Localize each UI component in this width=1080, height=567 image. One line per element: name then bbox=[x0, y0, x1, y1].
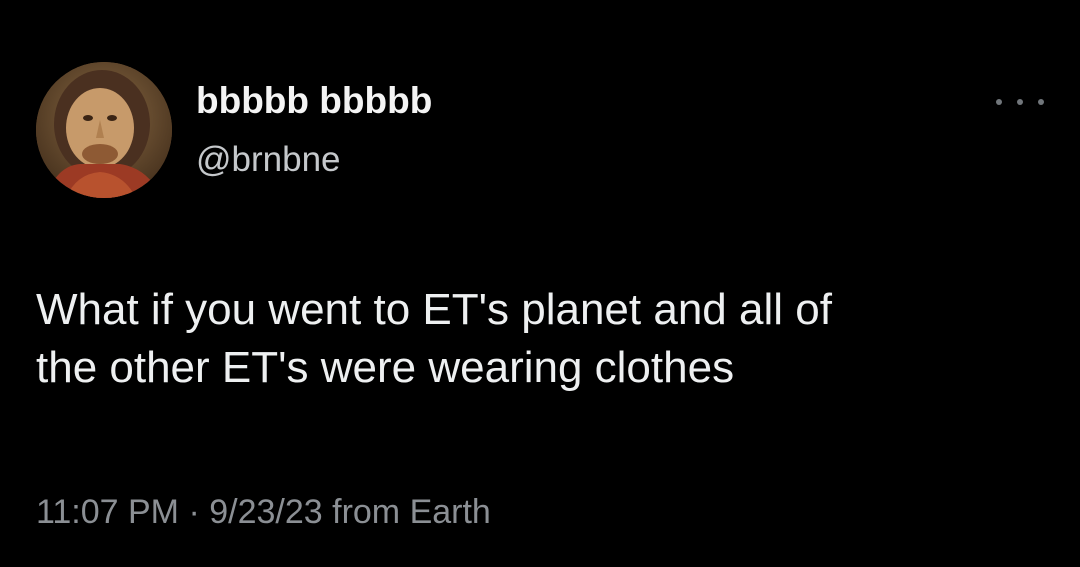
more-dot-icon bbox=[1038, 99, 1044, 105]
tweet: bbbbb bbbbb @brnbne What if you went to … bbox=[0, 0, 1080, 567]
more-options-button[interactable] bbox=[996, 88, 1044, 116]
avatar-portrait-icon bbox=[36, 62, 172, 198]
more-dot-icon bbox=[1017, 99, 1023, 105]
more-dot-icon bbox=[996, 99, 1002, 105]
tweet-text: What if you went to ET's planet and all … bbox=[36, 285, 832, 392]
tweet-date[interactable]: 9/23/23 bbox=[209, 493, 322, 531]
meta-separator: · bbox=[179, 493, 210, 531]
tweet-time[interactable]: 11:07 PM bbox=[36, 493, 179, 531]
avatar[interactable] bbox=[36, 62, 172, 198]
user-handle[interactable]: @brnbne bbox=[196, 140, 341, 180]
display-name[interactable]: bbbbb bbbbb bbox=[196, 80, 432, 122]
tweet-source: from Earth bbox=[322, 493, 491, 531]
tweet-metadata: 11:07 PM · 9/23/23 from Earth bbox=[36, 493, 491, 532]
